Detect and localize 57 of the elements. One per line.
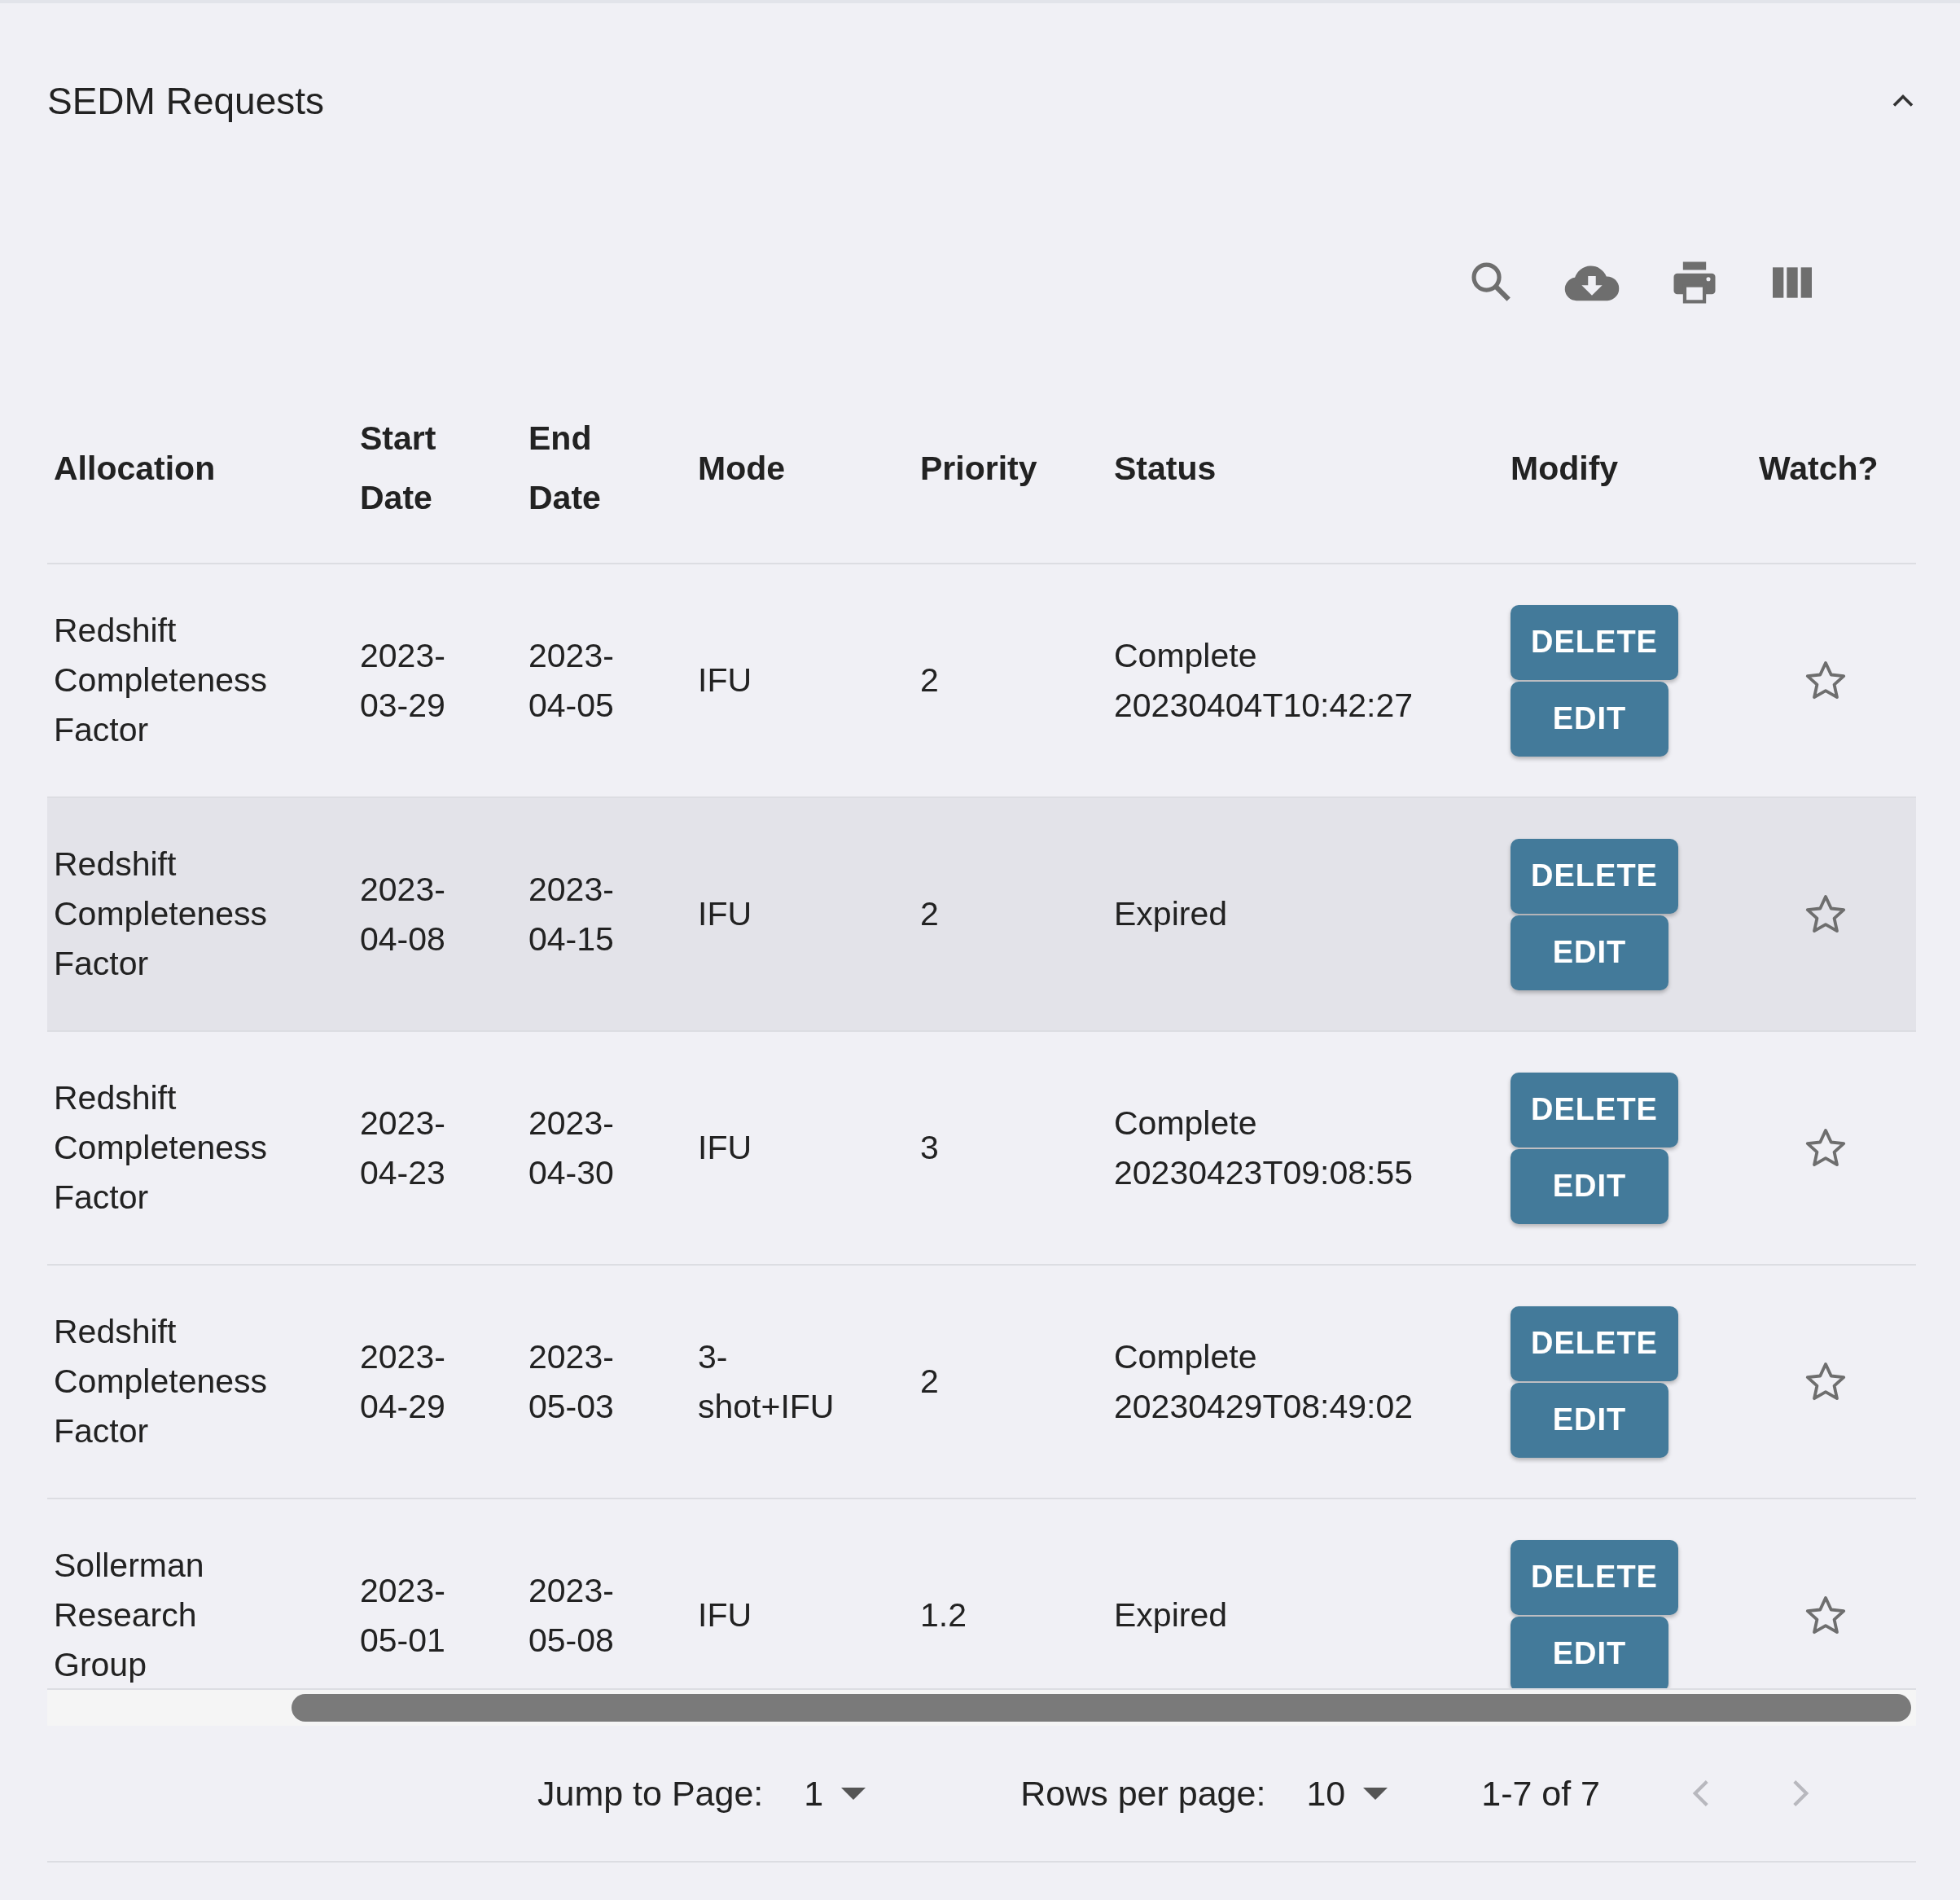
delete-button[interactable]: DELETE [1511,604,1678,680]
column-header[interactable]: Modify [1511,438,1619,498]
table-cell-text: IFU [698,660,753,700]
edit-button[interactable]: EDIT [1511,1148,1668,1224]
column-header[interactable]: Status [1114,438,1217,498]
table-cell-text: Redshift Completeness Factor [54,845,269,984]
jump-to-page-label: Jump to Page: [537,1773,764,1814]
delete-button[interactable]: DELETE [1511,1072,1678,1147]
delete-button[interactable]: DELETE [1511,838,1678,914]
table-cell-text: Complete 20230429T08:49:02 [1114,1336,1414,1427]
table-cell-text: 2023-05-03 [528,1336,615,1427]
table-cell-text: Redshift Completeness Factor [54,611,269,750]
rows-per-page-select[interactable]: 10 [1306,1773,1388,1814]
edit-button[interactable]: EDIT [1511,915,1668,990]
table-cell-text: Complete 20230404T10:42:27 [1114,635,1414,726]
edit-button[interactable]: EDIT [1511,1616,1668,1688]
column-header[interactable]: Start Date [360,409,466,528]
column-header[interactable]: Mode [698,438,786,498]
edit-button[interactable]: EDIT [1511,1382,1668,1458]
column-header[interactable]: Priority [920,438,1037,498]
table-cell-text: 2023-04-15 [528,869,615,959]
table-cell-text: 3 [920,1128,939,1168]
table-cell-text: Complete 20230423T09:08:55 [1114,1103,1414,1193]
table-cell-text: 2023-04-30 [528,1103,615,1193]
table-cell-text: IFU [698,894,753,934]
table-cell-text: 3-shot+IFU [698,1336,835,1427]
caret-icon [841,1787,866,1800]
table-cell-text: 2 [920,660,939,700]
table-cell-text: 2023-05-08 [528,1570,615,1661]
rows-per-page-label: Rows per page: [1020,1773,1266,1814]
delete-button[interactable]: DELETE [1511,1539,1678,1615]
table-cell-text: 2023-04-23 [360,1103,446,1193]
table-cell-text: 2 [920,1362,939,1402]
caret-icon [1363,1787,1388,1800]
table-cell-text: 2023-04-29 [360,1336,446,1427]
table-cell-text: IFU [698,1595,753,1635]
table-cell-text: 2023-04-05 [528,635,615,726]
table-cell-text: 1.2 [920,1595,967,1635]
table-cell-text: 2 [920,894,939,934]
table-cell-text: 2023-04-08 [360,869,446,959]
column-header[interactable]: Allocation [54,438,216,498]
table-cell-text: Redshift Completeness Factor [54,1312,269,1451]
delete-button[interactable]: DELETE [1511,1305,1678,1381]
column-header[interactable]: End Date [528,409,634,528]
column-header[interactable]: Watch? [1759,438,1879,498]
horizontal-scrollbar[interactable] [47,1688,1916,1726]
table-cell-text: 2023-03-29 [360,635,446,726]
page-select[interactable]: 1 [804,1773,866,1814]
table-cell-text: IFU [698,1128,753,1168]
edit-button[interactable]: EDIT [1511,681,1668,757]
table-cell-text: 2023-05-01 [360,1570,446,1661]
page-range: 1-7 of 7 [1481,1773,1601,1814]
table-cell-text: Expired [1114,894,1228,934]
table-cell-text: Sollerman Research Group [54,1546,205,1685]
panel-title: SEDM Requests [47,79,324,123]
table-cell-text: Redshift Completeness Factor [54,1078,269,1218]
table-cell-text: Expired [1114,1595,1228,1635]
